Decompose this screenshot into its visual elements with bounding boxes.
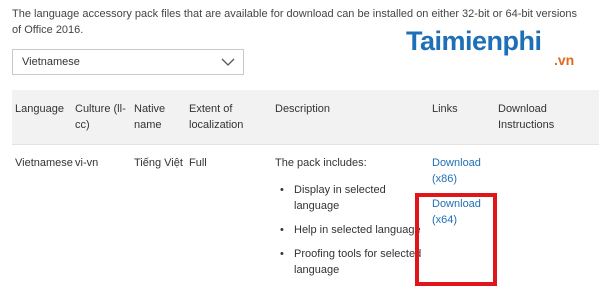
download-x64-link[interactable]: Download (x64) bbox=[432, 196, 492, 228]
download-x86-link[interactable]: Download (x86) bbox=[432, 155, 492, 187]
cell-culture: vi-vn bbox=[75, 157, 99, 169]
bullet-item: • Proofing tools for selected language bbox=[280, 246, 428, 278]
language-pack-table: Language Culture (ll-cc) Native name Ext… bbox=[12, 90, 599, 306]
watermark-logo: Taimienphi .vn bbox=[406, 26, 596, 76]
cell-language: Vietnamese bbox=[15, 157, 73, 169]
watermark-main: Taimienphi bbox=[406, 26, 542, 56]
cell-extent: Full bbox=[189, 157, 207, 169]
language-select[interactable]: Vietnamese bbox=[12, 49, 244, 75]
bullet-text: Display in selected language bbox=[294, 184, 386, 212]
language-select-value: Vietnamese bbox=[22, 56, 80, 68]
bullet-text: Help in selected language bbox=[294, 224, 421, 236]
table-header: Language Culture (ll-cc) Native name Ext… bbox=[12, 90, 599, 144]
cell-description-intro: The pack includes: bbox=[275, 157, 367, 169]
header-description: Description bbox=[275, 103, 331, 115]
bullet-item: • Help in selected language bbox=[280, 222, 428, 238]
chevron-down-icon bbox=[221, 58, 235, 66]
watermark-sub: .vn bbox=[554, 52, 575, 68]
header-extent: Extent of localization bbox=[189, 103, 244, 131]
bullet-dot-icon: • bbox=[280, 248, 284, 260]
bullet-item: • Display in selected language bbox=[280, 182, 428, 214]
header-language: Language bbox=[15, 103, 64, 115]
bullet-text: Proofing tools for selected language bbox=[294, 248, 422, 276]
header-native-name: Native name bbox=[134, 103, 166, 131]
header-instructions: Download Instructions bbox=[498, 103, 555, 131]
header-culture: Culture (ll-cc) bbox=[75, 103, 126, 131]
bullet-dot-icon: • bbox=[280, 184, 284, 196]
description-bullet-list: • Display in selected language • Help in s… bbox=[280, 182, 428, 286]
bullet-dot-icon: • bbox=[280, 224, 284, 236]
cell-native-name: Tiếng Việt bbox=[134, 157, 183, 169]
table-row: Vietnamese vi-vn Tiếng Việt Full The pac… bbox=[12, 144, 599, 306]
header-links: Links bbox=[432, 103, 458, 115]
